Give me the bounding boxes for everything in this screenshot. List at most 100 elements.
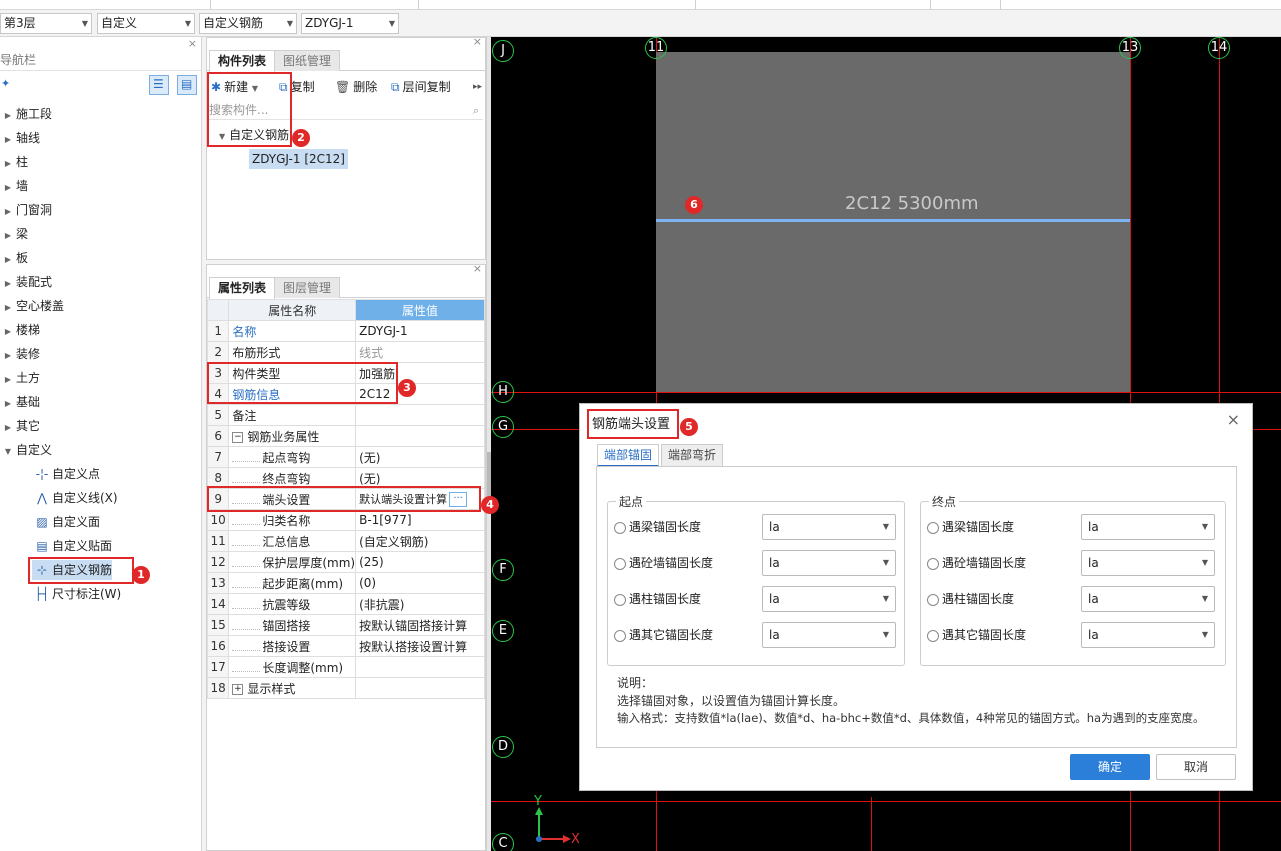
select-beam-anchor[interactable]: la ▼: [762, 514, 896, 540]
select-column-anchor[interactable]: la ▼: [1081, 586, 1215, 612]
nav-item[interactable]: ▶ 基础: [0, 392, 40, 412]
table-row[interactable]: 18 + 显示样式: [206, 677, 485, 699]
rebar-line[interactable]: [656, 219, 1130, 222]
close-icon[interactable]: ×: [188, 37, 197, 50]
property-tabs: 属性列表 图层管理: [207, 275, 485, 299]
rebar-icon: ⊹: [36, 563, 48, 577]
table-row[interactable]: 17 长度调整(mm): [206, 656, 485, 678]
nav-item[interactable]: ▶ 板: [0, 248, 28, 268]
chevron-down-icon: ▼: [184, 19, 191, 28]
radio-icon: [927, 593, 939, 606]
radio-column-anchor[interactable]: 遇柱锚固长度: [927, 586, 1014, 612]
radio-beam-anchor[interactable]: 遇梁锚固长度: [614, 514, 701, 540]
copy-icon: ⧉: [279, 80, 288, 94]
list-view-button[interactable]: ☰: [149, 75, 169, 95]
tree-node-component[interactable]: ZDYGJ-1 [2C12]: [249, 149, 348, 169]
table-row[interactable]: 6− 钢筋业务属性: [206, 425, 485, 447]
table-row[interactable]: 8 终点弯钩 (无): [206, 467, 485, 489]
chevron-right-icon: ▶: [4, 255, 12, 264]
close-icon[interactable]: ×: [473, 35, 482, 48]
table-row[interactable]: 2 布筋形式 线式: [206, 341, 485, 363]
table-row[interactable]: 7 起点弯钩 (无): [206, 446, 485, 468]
nav-item[interactable]: ▶ 门窗洞: [0, 200, 52, 220]
tab-component-list[interactable]: 构件列表: [209, 50, 276, 72]
pin-icon[interactable]: ✦: [1, 77, 10, 90]
nav-item[interactable]: ▶ 装修: [0, 344, 40, 364]
axis-bubble: 13: [1119, 37, 1141, 59]
close-icon[interactable]: ×: [473, 262, 482, 275]
table-row-selected[interactable]: 9 端头设置 默认端头设置计算 ···: [206, 488, 485, 510]
nav-item[interactable]: ▶ 柱: [0, 152, 28, 172]
select-beam-anchor[interactable]: la ▼: [1081, 514, 1215, 540]
tree-node-custom-rebar[interactable]: ▼ 自定义钢筋: [219, 125, 289, 145]
nav-item[interactable]: ▶ 梁: [0, 224, 28, 244]
select-other-anchor[interactable]: la ▼: [1081, 622, 1215, 648]
delete-button[interactable]: 🗑 删除: [335, 78, 377, 96]
chevron-right-icon: ▶: [4, 111, 12, 120]
table-row[interactable]: 3 构件类型 加强筋: [206, 362, 485, 384]
close-icon[interactable]: ×: [1227, 410, 1240, 429]
radio-wall-anchor[interactable]: 遇砼墙锚固长度: [614, 550, 713, 576]
slab-region[interactable]: [656, 52, 1130, 392]
nav-item[interactable]: ▶ 其它: [0, 416, 40, 436]
table-row[interactable]: 13 起步距离(mm) (0): [206, 572, 485, 594]
expand-icon[interactable]: +: [232, 683, 244, 695]
radio-other-anchor[interactable]: 遇其它锚固长度: [614, 622, 713, 648]
radio-other-anchor[interactable]: 遇其它锚固长度: [927, 622, 1026, 648]
selector-bar: 第3层 ▼ 自定义 ▼ 自定义钢筋 ▼ ZDYGJ-1 ▼: [0, 10, 1281, 37]
radio-wall-anchor[interactable]: 遇砼墙锚固长度: [927, 550, 1026, 576]
nav-item[interactable]: ▶ 土方: [0, 368, 40, 388]
table-row[interactable]: 5 备注: [206, 404, 485, 426]
new-button[interactable]: ✱ 新建 ▼: [211, 78, 258, 96]
divider: [0, 70, 202, 71]
tab-drawing-management[interactable]: 图纸管理: [274, 50, 341, 71]
nav-subitem-custom-rebar[interactable]: ⊹ 自定义钢筋: [32, 560, 113, 580]
nav-subitem-custom-face[interactable]: ▨ 自定义面: [32, 512, 100, 532]
table-row[interactable]: 15 锚固搭接 按默认锚固搭接计算: [206, 614, 485, 636]
tab-end-bend[interactable]: 端部弯折: [661, 444, 724, 466]
nav-item[interactable]: ▶ 装配式: [0, 272, 52, 292]
table-row[interactable]: 10 归类名称 B-1[977]: [206, 509, 485, 531]
select-other-anchor[interactable]: la ▼: [762, 622, 896, 648]
type-select[interactable]: 自定义 ▼: [97, 13, 195, 34]
floor-select[interactable]: 第3层 ▼: [0, 13, 92, 34]
table-row[interactable]: 12 保护层厚度(mm) (25): [206, 551, 485, 573]
floor-copy-button[interactable]: ⧉ 层间复制: [391, 78, 451, 96]
tab-end-anchorage[interactable]: 端部锚固: [597, 444, 660, 467]
select-column-anchor[interactable]: la ▼: [762, 586, 896, 612]
tab-layer-management[interactable]: 图层管理: [274, 277, 341, 298]
radio-beam-anchor[interactable]: 遇梁锚固长度: [927, 514, 1014, 540]
detail-view-button[interactable]: ▤: [177, 75, 197, 95]
table-row[interactable]: 1 名称 ZDYGJ-1: [206, 320, 485, 342]
collapse-icon[interactable]: −: [232, 431, 244, 443]
chevron-down-icon: ▼: [1201, 594, 1208, 603]
nav-item[interactable]: ▶ 轴线: [0, 128, 40, 148]
ellipsis-button[interactable]: ···: [449, 492, 468, 508]
nav-item[interactable]: ▶ 楼梯: [0, 320, 40, 340]
index-header: [206, 299, 230, 321]
nav-item-custom[interactable]: ▼ 自定义: [0, 440, 52, 460]
subtype-select[interactable]: 自定义钢筋 ▼: [199, 13, 297, 34]
search-input[interactable]: 搜索构件... ⌕: [209, 101, 483, 120]
nav-item[interactable]: ▶ 空心楼盖: [0, 296, 64, 316]
ok-button[interactable]: 确定: [1070, 754, 1150, 780]
chevron-right-icon: ▶: [4, 207, 12, 216]
table-row[interactable]: 11 汇总信息 (自定义钢筋): [206, 530, 485, 552]
component-select[interactable]: ZDYGJ-1 ▼: [301, 13, 399, 34]
table-row[interactable]: 4 钢筋信息 2C12: [206, 383, 485, 405]
select-wall-anchor[interactable]: la ▼: [762, 550, 896, 576]
nav-subitem-custom-overlay[interactable]: ▤ 自定义贴面: [32, 536, 112, 556]
nav-subitem-dimension[interactable]: ├┤ 尺寸标注(W): [32, 584, 121, 604]
cancel-button[interactable]: 取消: [1156, 754, 1236, 780]
nav-subitem-custom-line[interactable]: ⋀ 自定义线(X): [32, 488, 118, 508]
nav-subitem-custom-point[interactable]: -¦- 自定义点: [32, 464, 100, 484]
tab-property-list[interactable]: 属性列表: [209, 277, 276, 299]
table-row[interactable]: 16 搭接设置 按默认搭接设置计算: [206, 635, 485, 657]
nav-item[interactable]: ▶ 墙: [0, 176, 28, 196]
nav-item[interactable]: ▶ 施工段: [0, 104, 52, 124]
select-wall-anchor[interactable]: la ▼: [1081, 550, 1215, 576]
table-row[interactable]: 14 抗震等级 (非抗震): [206, 593, 485, 615]
copy-button[interactable]: ⧉ 复制: [279, 78, 315, 96]
more-icon[interactable]: ▸▸: [473, 78, 482, 96]
radio-column-anchor[interactable]: 遇柱锚固长度: [614, 586, 701, 612]
